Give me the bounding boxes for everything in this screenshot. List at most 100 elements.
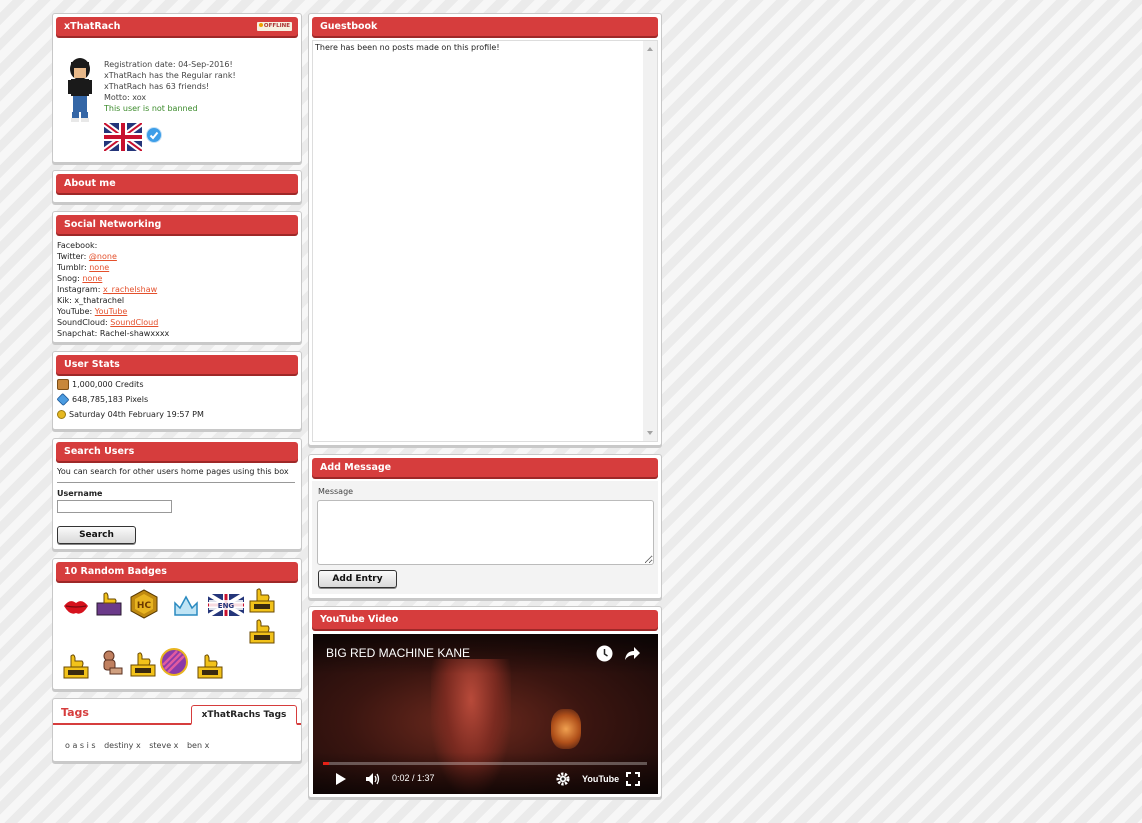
last-online-row: Saturday 04th February 19:57 PM xyxy=(57,408,204,422)
guestbook-header: Guestbook xyxy=(312,17,658,36)
credits-icon xyxy=(57,379,69,390)
tumblr-link[interactable]: none xyxy=(89,263,109,272)
thumbs-up-badge-2 xyxy=(247,585,277,615)
snog-link[interactable]: none xyxy=(82,274,102,283)
eng-flag-badge: ENG xyxy=(206,592,246,618)
profile-info: Registration date: 04-Sep-2016! xThatRac… xyxy=(104,59,299,114)
message-textarea[interactable] xyxy=(317,500,654,565)
tags-tab[interactable]: xThatRachs Tags xyxy=(191,705,297,725)
guestbook-scrollbar[interactable] xyxy=(643,41,657,441)
add-message-header: Add Message xyxy=(312,458,658,477)
search-description: You can search for other users home page… xyxy=(57,467,289,476)
crown-badge xyxy=(171,591,201,621)
pixels-row: 648,785,183 Pixels xyxy=(56,392,148,407)
profile-header: xThatRach OFFLINE xyxy=(56,17,298,36)
guestbook-panel: Guestbook There has been no posts made o… xyxy=(308,13,662,446)
friends-count: xThatRach has 63 friends! xyxy=(104,82,210,91)
video-progress-fill xyxy=(323,762,330,765)
verified-icon xyxy=(146,127,162,143)
about-header: About me xyxy=(56,174,298,193)
guestbook-empty-message: There has been no posts made on this pro… xyxy=(315,43,500,52)
search-header: Search Users xyxy=(56,442,298,461)
video-progress-track[interactable] xyxy=(323,762,647,765)
search-button[interactable]: Search xyxy=(57,526,136,544)
teddy-badge xyxy=(96,648,126,678)
social-instagram: Instagram: x_rachelshaw xyxy=(57,285,158,294)
social-twitter: Twitter: @none xyxy=(57,252,117,261)
search-divider xyxy=(57,482,295,483)
ban-status: This user is not banned xyxy=(104,104,198,113)
video-frame-lamp xyxy=(551,709,581,749)
stats-header: User Stats xyxy=(56,355,298,374)
add-message-panel: Add Message Message Add Entry xyxy=(308,454,662,599)
status-dot-icon xyxy=(258,23,263,27)
social-list: Facebook: Twitter: @none Tumblr: none Sn… xyxy=(57,240,169,339)
uk-flag-icon xyxy=(102,120,144,154)
registration-date: Registration date: 04-Sep-2016! xyxy=(104,60,233,69)
tag-item[interactable]: destiny x xyxy=(104,741,141,750)
hc-badge: HC xyxy=(129,589,159,619)
badges-header: 10 Random Badges xyxy=(56,562,298,581)
video-panel: YouTube Video BIG RED MACHINE KANE 0:02 … xyxy=(308,606,662,798)
soundcloud-link[interactable]: SoundCloud xyxy=(110,318,158,327)
striped-coin-badge xyxy=(159,647,189,677)
social-youtube: YouTube: YouTube xyxy=(57,307,128,316)
scroll-up-icon[interactable] xyxy=(647,47,653,51)
rank-text: xThatRach has the Regular rank! xyxy=(104,71,236,80)
tag-item[interactable]: ben x xyxy=(187,741,209,750)
twitter-link[interactable]: @none xyxy=(89,252,117,261)
offline-status-badge: OFFLINE xyxy=(256,22,292,31)
social-header: Social Networking xyxy=(56,215,298,234)
thumbs-up-badge-5 xyxy=(128,649,158,679)
lips-badge xyxy=(61,591,91,621)
social-tumblr: Tumblr: none xyxy=(57,263,110,272)
social-kik: Kik: x_thatrachel xyxy=(57,296,125,305)
play-icon[interactable] xyxy=(336,773,346,785)
about-panel: About me xyxy=(52,170,302,203)
tags-panel: Tags xThatRachs Tags o a s i s destiny x… xyxy=(52,698,302,762)
avatar xyxy=(65,56,95,124)
thumbs-up-badge-3 xyxy=(247,616,277,646)
youtube-logo[interactable]: YouTube xyxy=(582,773,619,785)
thumbs-up-badge-6 xyxy=(195,651,225,681)
username-label: Username xyxy=(57,489,103,498)
profile-username: xThatRach xyxy=(64,21,121,32)
stats-panel: User Stats 1,000,000 Credits 648,785,183… xyxy=(52,351,302,430)
video-title[interactable]: BIG RED MACHINE KANE xyxy=(326,646,470,660)
message-label: Message xyxy=(318,487,354,496)
tag-item[interactable]: o a s i s xyxy=(65,741,96,750)
motto-text: Motto: xox xyxy=(104,93,147,102)
key-icon xyxy=(57,410,66,419)
thumbs-up-badge xyxy=(94,589,124,619)
clock-icon[interactable] xyxy=(596,645,613,662)
username-input[interactable] xyxy=(57,500,172,513)
social-snog: Snog: none xyxy=(57,274,103,283)
add-entry-button[interactable]: Add Entry xyxy=(318,570,397,588)
social-facebook: Facebook: xyxy=(57,241,98,250)
add-message-body: Message Add Entry xyxy=(312,481,658,594)
guestbook-content[interactable]: There has been no posts made on this pro… xyxy=(312,40,658,442)
tag-item[interactable]: steve x xyxy=(149,741,178,750)
credits-row: 1,000,000 Credits xyxy=(57,378,143,392)
youtube-link[interactable]: YouTube xyxy=(95,307,128,316)
svg-text:HC: HC xyxy=(137,601,152,611)
profile-panel: xThatRach OFFLINE Registration date: 04-… xyxy=(52,13,302,163)
social-soundcloud: SoundCloud: SoundCloud xyxy=(57,318,159,327)
thumbs-up-badge-4 xyxy=(61,651,91,681)
social-snapchat: Snapchat: Rachel-shawxxxx xyxy=(57,329,170,338)
settings-gear-icon[interactable] xyxy=(556,772,570,786)
video-time: 0:02 / 1:37 xyxy=(392,773,435,783)
social-panel: Social Networking Facebook: Twitter: @no… xyxy=(52,211,302,343)
instagram-link[interactable]: x_rachelshaw xyxy=(103,285,157,294)
volume-icon[interactable] xyxy=(365,772,381,786)
fullscreen-icon[interactable] xyxy=(626,772,640,786)
tags-list: o a s i s destiny x steve x ben x xyxy=(65,741,209,750)
video-header: YouTube Video xyxy=(312,610,658,629)
video-player[interactable]: BIG RED MACHINE KANE 0:02 / 1:37 YouTube xyxy=(313,634,658,794)
search-panel: Search Users You can search for other us… xyxy=(52,438,302,550)
badges-panel: 10 Random Badges HC ENG xyxy=(52,558,302,690)
share-icon[interactable] xyxy=(624,646,641,661)
tags-title: Tags xyxy=(61,706,89,719)
svg-text:ENG: ENG xyxy=(218,602,235,610)
scroll-down-icon[interactable] xyxy=(647,431,653,435)
